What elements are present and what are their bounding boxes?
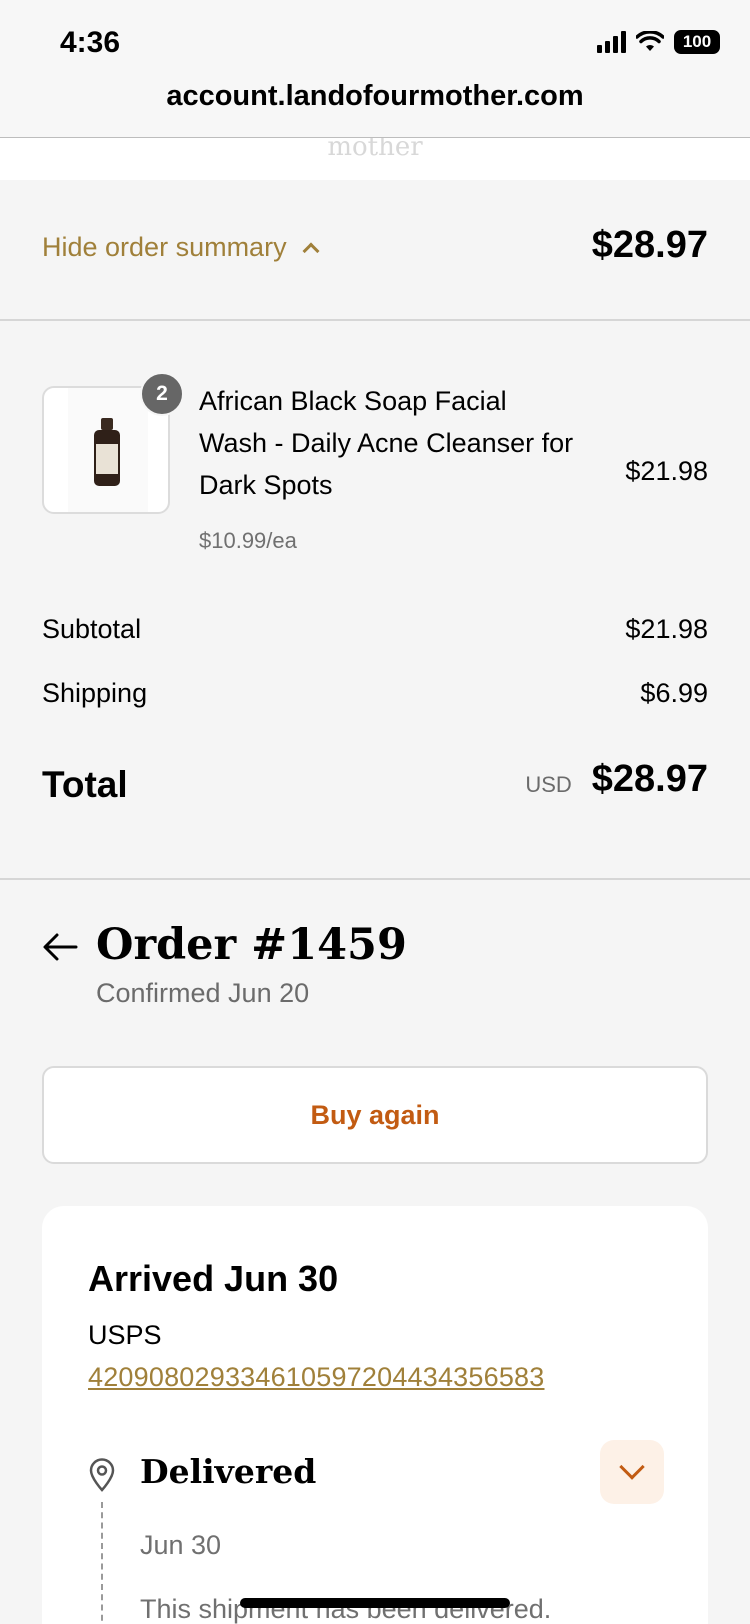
total-label: Total xyxy=(42,764,128,805)
carrier-name: USPS xyxy=(88,1320,162,1350)
hide-order-summary-label: Hide order summary xyxy=(42,232,287,262)
chevron-up-icon xyxy=(302,242,320,259)
address-bar[interactable]: account.landofourmother.com xyxy=(0,74,750,138)
buy-again-button[interactable]: Buy again xyxy=(42,1066,708,1164)
shipment-card: Arrived Jun 30 USPS 42090802933461059720… xyxy=(42,1206,708,1624)
order-confirmed-date: Confirmed Jun 20 xyxy=(96,978,310,1008)
tracking-number-link[interactable]: 420908029334610597204434356583 xyxy=(88,1362,544,1393)
unit-price: $10.99/ea xyxy=(199,528,297,553)
order-header: Order #1459 Confirmed Jun 20 xyxy=(42,920,708,1020)
shipping-value: $6.99 xyxy=(640,678,708,708)
home-indicator[interactable] xyxy=(240,1598,510,1608)
product-title: African Black Soap Facial Wash - Daily A… xyxy=(199,386,574,500)
status-icons: 100 xyxy=(597,30,720,54)
expand-tracking-button[interactable] xyxy=(600,1440,664,1504)
wifi-icon xyxy=(636,31,664,51)
battery-icon: 100 xyxy=(674,30,720,54)
currency-code: USD xyxy=(525,771,572,797)
subtotal-value: $21.98 xyxy=(625,614,708,644)
total-value: $28.97 xyxy=(591,758,708,800)
subtotal-row: Subtotal $21.98 xyxy=(42,614,708,645)
store-header: mother xyxy=(0,138,750,180)
url-text: account.landofourmother.com xyxy=(166,80,584,112)
store-logo: mother xyxy=(327,138,423,162)
shipping-label: Shipping xyxy=(42,678,148,708)
total-row: Total USD $28.97 xyxy=(42,758,708,814)
back-arrow-icon[interactable] xyxy=(42,932,78,962)
shipment-status-heading: Arrived Jun 30 xyxy=(88,1258,339,1299)
shipping-row: Shipping $6.99 xyxy=(42,678,708,709)
divider xyxy=(0,878,750,880)
tracking-event-title: Delivered xyxy=(140,1452,317,1491)
summary-total: $28.97 xyxy=(591,224,708,266)
order-summary-toggle-row: Hide order summary $28.97 xyxy=(0,180,750,321)
tracking-event-date: Jun 30 xyxy=(140,1530,222,1560)
timeline-line xyxy=(101,1502,103,1624)
hide-order-summary-button[interactable]: Hide order summary xyxy=(42,232,320,263)
location-pin-icon xyxy=(89,1458,115,1492)
chevron-down-icon xyxy=(619,1454,645,1480)
cellular-signal-icon xyxy=(597,31,626,53)
order-title: Order #1459 xyxy=(96,920,407,970)
quantity-badge: 2 xyxy=(140,372,184,416)
status-time: 4:36 xyxy=(60,26,121,59)
subtotal-label: Subtotal xyxy=(42,614,142,644)
line-item: 2 African Black Soap Facial Wash - Daily… xyxy=(42,372,708,556)
line-item-price: $21.98 xyxy=(625,456,708,486)
